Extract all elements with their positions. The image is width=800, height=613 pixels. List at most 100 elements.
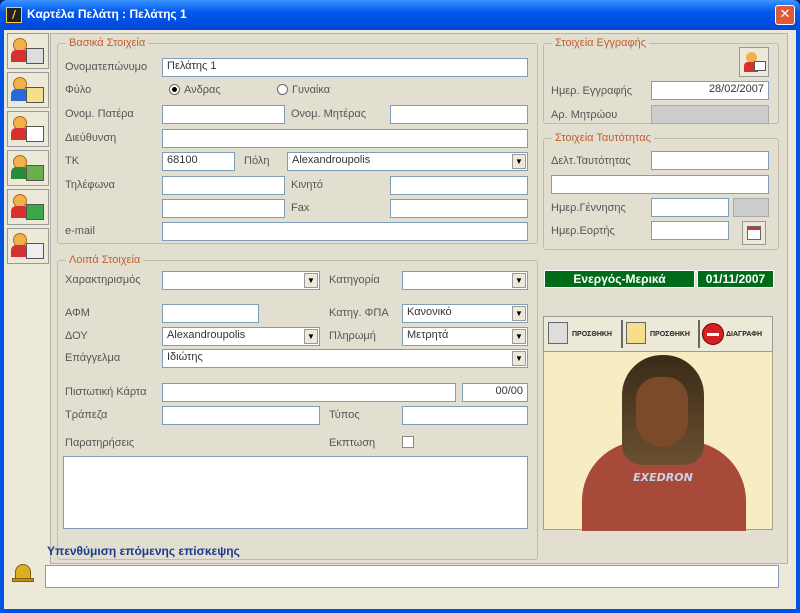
discount-checkbox[interactable] xyxy=(402,436,414,448)
female-label: Γυναίκα xyxy=(292,84,331,96)
calendar-icon[interactable] xyxy=(742,221,766,245)
client-area: Βασικά Στοιχεία Ονοματεπώνυμο Πελάτης 1 … xyxy=(4,30,796,609)
chevron-down-icon: ▼ xyxy=(512,154,526,169)
payment-select[interactable]: Μετρητά ▼ xyxy=(402,327,528,346)
job-value: Ιδιώτης xyxy=(167,351,203,363)
address-input[interactable] xyxy=(162,129,528,148)
male-radio[interactable] xyxy=(169,84,180,95)
id-extra-input[interactable] xyxy=(551,175,769,194)
vat-value: Κανονικό xyxy=(407,306,452,318)
discount-label: Εκπτωση xyxy=(329,437,376,449)
type-input[interactable] xyxy=(402,406,528,425)
afm-input[interactable] xyxy=(162,304,259,323)
vat-select[interactable]: Κανονικό ▼ xyxy=(402,304,528,323)
customer-photo-face xyxy=(636,377,688,447)
birth-date-input[interactable] xyxy=(651,198,729,217)
customer-money-icon[interactable] xyxy=(7,150,49,186)
credit-card-input[interactable] xyxy=(162,383,456,402)
add-photo-icon xyxy=(548,322,568,344)
chevron-down-icon: ▼ xyxy=(512,351,526,366)
doy-select[interactable]: Alexandroupolis ▼ xyxy=(162,327,320,346)
job-select[interactable]: Ιδιώτης ▼ xyxy=(162,349,528,368)
close-button[interactable]: ✕ xyxy=(775,5,795,25)
category-label: Κατηγορία xyxy=(329,274,380,286)
payment-value: Μετρητά xyxy=(407,329,449,341)
card-expiry-input[interactable]: 00/00 xyxy=(462,383,528,402)
payment-label: Πληρωμή xyxy=(329,330,376,342)
characterization-label: Χαρακτηρισμός xyxy=(65,274,141,286)
mobile-input[interactable] xyxy=(390,176,528,195)
customer-edit-icon[interactable] xyxy=(7,72,49,108)
chevron-down-icon: ▼ xyxy=(512,306,526,321)
delete-photo-label: ΔΙΑΓΡΑΦΗ xyxy=(726,331,763,338)
window: / Καρτέλα Πελάτη : Πελάτης 1 ✕ Βασικά Στ… xyxy=(0,0,800,613)
chevron-down-icon: ▼ xyxy=(304,329,318,344)
characterization-select[interactable]: ▼ xyxy=(162,271,320,290)
phone2-input[interactable] xyxy=(162,199,285,218)
add-camera-icon xyxy=(626,322,646,344)
fax-input[interactable] xyxy=(390,199,528,218)
other-info-legend: Λοιπά Στοιχεία xyxy=(69,254,141,266)
birth-date-label: Ημερ.Γέννησης xyxy=(551,202,626,214)
delete-photo-button[interactable]: ΔΙΑΓΡΑΦΗ xyxy=(700,320,772,348)
age-display xyxy=(733,198,769,217)
name-day-label: Ημερ.Εορτής xyxy=(551,225,615,237)
registration-legend: Στοιχεία Εγγραφής xyxy=(555,37,647,49)
basic-info-legend: Βασικά Στοιχεία xyxy=(69,37,146,49)
phone-input[interactable] xyxy=(162,176,285,195)
add-camera-label: ΠΡΟΣΘΗΚΗ xyxy=(650,331,690,338)
add-photo-button[interactable]: ΠΡΟΣΘΗΚΗ xyxy=(546,320,620,348)
chevron-down-icon: ▼ xyxy=(304,273,318,288)
id-card-input[interactable] xyxy=(651,151,769,170)
add-photo-label: ΠΡΟΣΘΗΚΗ xyxy=(572,331,612,338)
city-label: Πόλη xyxy=(244,155,270,167)
notes-textarea[interactable] xyxy=(63,456,528,529)
doy-value: Alexandroupolis xyxy=(167,329,246,341)
city-select[interactable]: Alexandroupolis ▼ xyxy=(287,152,528,171)
id-legend: Στοιχεία Ταυτότητας xyxy=(555,132,651,144)
father-label: Ονομ. Πατέρα xyxy=(65,108,134,120)
window-title: Καρτέλα Πελάτη : Πελάτης 1 xyxy=(27,7,187,21)
credit-card-label: Πιστωτική Κάρτα xyxy=(65,386,147,398)
name-day-input[interactable] xyxy=(651,221,729,240)
fullname-input[interactable]: Πελάτης 1 xyxy=(162,58,528,77)
shirt-logo: EXEDRON xyxy=(633,471,693,484)
female-radio[interactable] xyxy=(277,84,288,95)
vat-label: Κατηγ. ΦΠΑ xyxy=(329,307,389,319)
notes-label: Παρατηρήσεις xyxy=(65,437,135,449)
status-date: 01/11/2007 xyxy=(697,270,774,288)
customer-list-icon[interactable] xyxy=(7,228,49,264)
bell-icon xyxy=(12,560,34,586)
bank-input[interactable] xyxy=(162,406,320,425)
father-input[interactable] xyxy=(162,105,285,124)
customer-id-icon[interactable] xyxy=(7,111,49,147)
email-input[interactable] xyxy=(162,222,528,241)
phones-label: Τηλέφωνα xyxy=(65,179,116,191)
reg-no-label: Αρ. Μητρώου xyxy=(551,109,618,121)
reminder-label: Υπενθύμιση επόμενης επίσκεψης xyxy=(47,544,240,558)
mother-label: Ονομ. Μητέρας xyxy=(291,108,367,120)
registration-card-button[interactable] xyxy=(739,47,769,77)
chevron-down-icon: ▼ xyxy=(512,329,526,344)
male-label: Ανδρας xyxy=(184,84,221,96)
add-camera-button[interactable]: ΠΡΟΣΘΗΚΗ xyxy=(624,320,698,348)
zip-label: ΤΚ xyxy=(65,155,80,167)
fax-label: Fax xyxy=(291,202,310,214)
reg-no-input xyxy=(651,105,769,124)
address-label: Διεύθυνση xyxy=(65,132,117,144)
gender-label: Φύλο xyxy=(65,84,92,96)
customer-card-payment-icon[interactable] xyxy=(7,189,49,225)
mother-input[interactable] xyxy=(390,105,528,124)
zip-input[interactable]: 68100 xyxy=(162,152,235,171)
category-select[interactable]: ▼ xyxy=(402,271,528,290)
job-label: Επάγγελμα xyxy=(65,352,121,364)
city-value: Alexandroupolis xyxy=(292,154,371,166)
reg-date-input[interactable]: 28/02/2007 xyxy=(651,81,769,100)
id-card-label: Δελτ.Ταυτότητας xyxy=(551,155,631,167)
app-icon: / xyxy=(6,7,22,23)
reminder-input[interactable] xyxy=(45,565,779,588)
customer-card-icon[interactable] xyxy=(7,33,49,69)
title-bar: / Καρτέλα Πελάτη : Πελάτης 1 ✕ xyxy=(0,0,800,30)
status-badge: Ενεργός-Μερικά xyxy=(544,270,695,288)
chevron-down-icon: ▼ xyxy=(512,273,526,288)
